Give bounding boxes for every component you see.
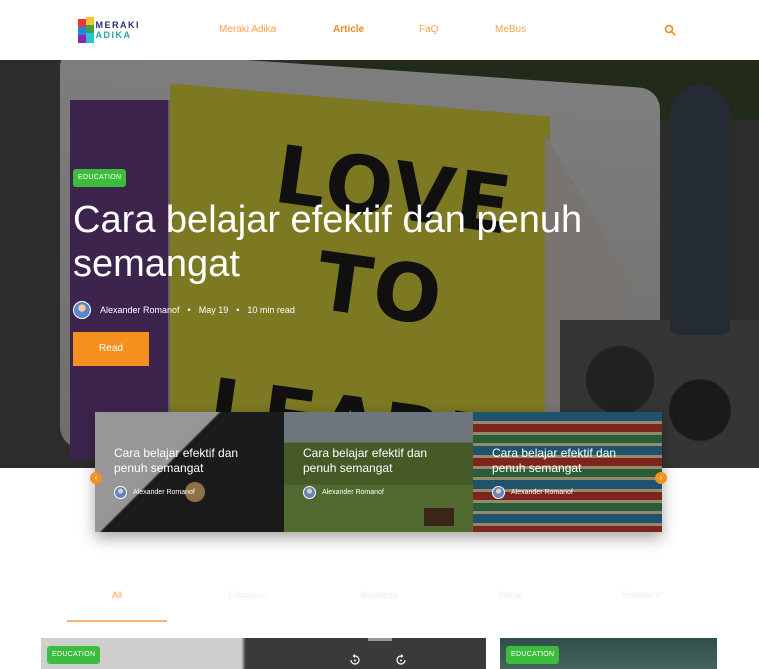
author-avatar (492, 486, 505, 499)
tab-business[interactable]: Business (329, 590, 429, 600)
hero-author: Alexander Romanof (100, 305, 180, 315)
slide-author: Alexander Romanof (511, 489, 573, 496)
top-navbar: MERAKI ADIKA Meraki Adika Article FaQ Me… (0, 0, 759, 60)
slide-meta: Alexander Romanof (114, 486, 195, 499)
logo[interactable]: MERAKI ADIKA (76, 14, 140, 46)
author-avatar (114, 486, 127, 499)
carousel-slide[interactable]: Cara belajar efektif dan penuh semangat … (284, 412, 473, 532)
tab-entertaint[interactable]: Entertaint (591, 590, 691, 600)
card-category-badge[interactable]: EDUCATION (506, 646, 560, 664)
tab-social[interactable]: Social (460, 590, 560, 600)
article-carousel: Cara belajar efektif dan penuh semangat … (95, 412, 662, 532)
page: MERAKI ADIKA Meraki Adika Article FaQ Me… (0, 0, 759, 669)
slide-title: Cara belajar efektif dan penuh semangat (492, 446, 617, 475)
logo-mark-icon (76, 15, 94, 45)
slide-meta: Alexander Romanof (303, 486, 384, 499)
author-avatar (303, 486, 316, 499)
logo-text-line1: MERAKI (95, 20, 140, 30)
meta-separator: • (236, 305, 240, 315)
carousel-slide[interactable]: Cara belajar efektif dan penuh semangat … (95, 412, 284, 532)
logo-text-line2: ADIKA (95, 30, 132, 40)
forward-icon[interactable] (394, 653, 408, 667)
search-icon[interactable] (664, 24, 676, 36)
slide-title: Cara belajar efektif dan penuh semangat (114, 446, 239, 475)
hero-date: May 19 (198, 305, 229, 315)
carousel-slide[interactable]: Cara belajar efektif dan penuh semangat … (473, 412, 662, 532)
tab-education[interactable]: Education (198, 590, 298, 600)
meta-separator: • (187, 305, 191, 315)
card-category-badge[interactable]: EDUCATION (47, 646, 101, 664)
nav-link-faq[interactable]: FaQ (419, 24, 438, 35)
hero-category-badge[interactable]: EDUCATION (73, 169, 127, 187)
hero-read-time: 10 min read (247, 305, 295, 315)
chevron-left-icon[interactable]: ‹ (90, 472, 102, 484)
nav-link-mebus[interactable]: MeBus (495, 24, 526, 35)
hero-banner: LOVE TO LEARN EDUCATION Cara belajar efe… (0, 60, 759, 468)
tab-all[interactable]: All (67, 590, 167, 600)
slide-title: Cara belajar efektif dan penuh semangat (303, 446, 428, 475)
chevron-right-icon[interactable]: › (655, 472, 667, 484)
hero-meta: Alexander Romanof • May 19 • 10 min read (73, 301, 295, 319)
hero-title: Cara belajar efektif dan penuh semangat (73, 199, 583, 285)
nav-link-article[interactable]: Article (333, 24, 364, 35)
slide-author: Alexander Romanof (133, 489, 195, 496)
rewind-icon[interactable] (348, 653, 362, 667)
author-avatar (73, 301, 91, 319)
slide-author: Alexander Romanof (322, 489, 384, 496)
slide-meta: Alexander Romanof (492, 486, 573, 499)
active-tab-indicator (67, 620, 167, 622)
nav-link-meraki-adika[interactable]: Meraki Adika (219, 24, 276, 35)
article-card[interactable] (41, 638, 486, 669)
read-button[interactable]: Read (73, 332, 149, 366)
